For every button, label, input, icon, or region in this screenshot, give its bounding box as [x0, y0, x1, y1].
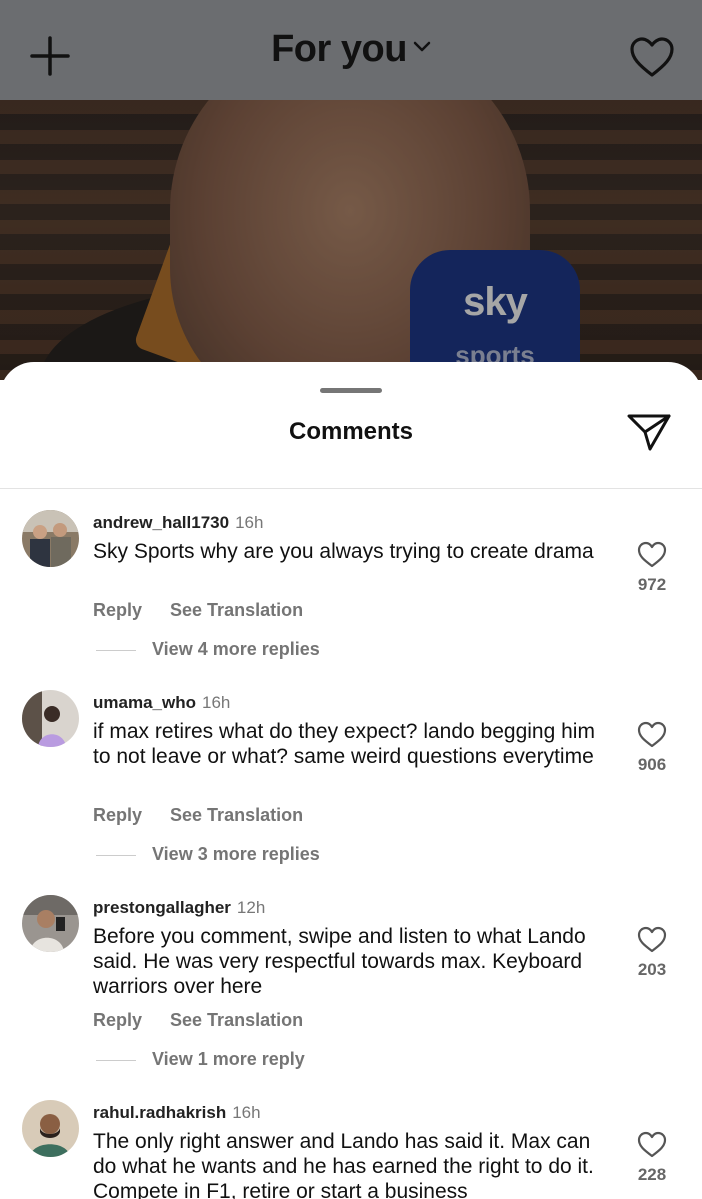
like-count: 228: [637, 1165, 667, 1184]
view-replies-button[interactable]: View 4 more replies: [96, 639, 320, 660]
reply-button[interactable]: Reply: [93, 805, 142, 825]
notifications-heart-icon[interactable]: [629, 36, 675, 78]
comment-meta: prestongallagher 12h: [93, 898, 265, 918]
timestamp: 16h: [201, 693, 231, 712]
avatar[interactable]: [22, 690, 79, 747]
view-replies-label: View 3 more replies: [152, 844, 320, 864]
view-replies-button[interactable]: View 3 more replies: [96, 844, 320, 865]
comment-actions: Reply See Translation: [93, 600, 331, 621]
avatar[interactable]: [22, 895, 79, 952]
replies-line: [96, 1059, 136, 1061]
see-translation-button[interactable]: See Translation: [170, 805, 303, 825]
comment-text: if max retires what do they expect? land…: [93, 720, 595, 768]
like-button[interactable]: 228: [632, 1131, 672, 1185]
avatar[interactable]: [22, 510, 79, 567]
username[interactable]: prestongallagher: [93, 898, 231, 917]
comment-actions: Reply See Translation: [93, 805, 331, 826]
username[interactable]: andrew_hall1730: [93, 513, 229, 532]
heart-icon: [637, 721, 667, 748]
comment-meta: rahul.radhakrish 16h: [93, 1103, 261, 1123]
timestamp: 12h: [236, 898, 266, 917]
comment-meta: umama_who 16h: [93, 693, 230, 713]
see-translation-button[interactable]: See Translation: [170, 600, 303, 620]
video-dim-overlay: [0, 100, 702, 380]
reply-button[interactable]: Reply: [93, 600, 142, 620]
comment-text: Before you comment, swipe and listen to …: [93, 925, 586, 998]
share-send-icon[interactable]: [626, 412, 672, 452]
chevron-down-icon: [413, 41, 431, 52]
comment-text: Sky Sports why are you always trying to …: [93, 540, 594, 563]
feed-selector[interactable]: For you: [0, 28, 702, 71]
like-button[interactable]: 906: [632, 721, 672, 775]
like-count: 203: [637, 960, 667, 979]
timestamp: 16h: [232, 1103, 261, 1122]
view-replies-label: View 4 more replies: [152, 639, 320, 659]
replies-line: [96, 649, 136, 651]
see-translation-button[interactable]: See Translation: [170, 1010, 303, 1030]
username[interactable]: umama_who: [93, 693, 196, 712]
avatar[interactable]: [22, 1100, 79, 1157]
heart-icon: [637, 926, 667, 953]
view-replies-button[interactable]: View 1 more reply: [96, 1049, 305, 1070]
like-count: 972: [637, 575, 667, 594]
heart-icon: [637, 541, 667, 568]
replies-line: [96, 854, 136, 856]
comment-actions: Reply See Translation: [93, 1010, 331, 1031]
username[interactable]: rahul.radhakrish: [93, 1103, 226, 1122]
reply-button[interactable]: Reply: [93, 1010, 142, 1030]
video-preview[interactable]: sky sports: [0, 100, 702, 380]
view-replies-label: View 1 more reply: [152, 1049, 305, 1069]
comments-sheet: Comments andrew_hall1730 16h Sky Sports w…: [0, 362, 702, 1199]
feed-title: For you: [271, 28, 407, 70]
drag-handle[interactable]: [320, 388, 382, 393]
comment-meta: andrew_hall1730 16h: [93, 513, 263, 533]
timestamp: 16h: [235, 513, 264, 532]
like-count: 906: [637, 755, 667, 774]
like-button[interactable]: 203: [632, 926, 672, 980]
heart-icon: [637, 1131, 667, 1158]
like-button[interactable]: 972: [632, 541, 672, 595]
sheet-title: Comments: [288, 418, 414, 445]
top-bar: For you: [0, 0, 702, 100]
comment-text: The only right answer and Lando has said…: [93, 1130, 594, 1199]
divider: [0, 488, 702, 489]
